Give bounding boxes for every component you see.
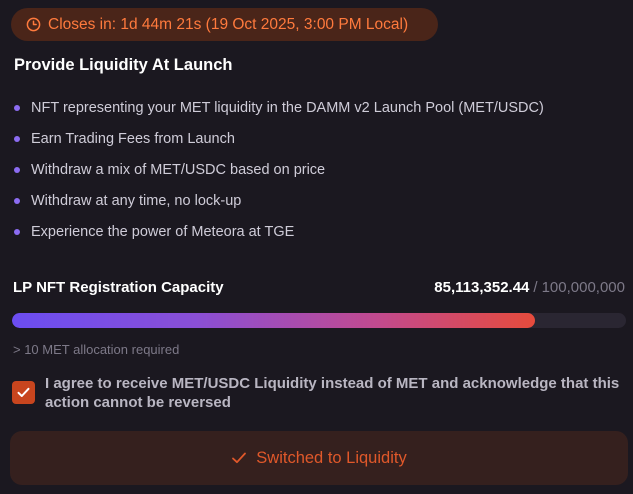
capacity-progress-bar: [12, 313, 626, 328]
clock-icon: [26, 17, 41, 32]
capacity-progress-fill: [12, 313, 535, 328]
list-item: Earn Trading Fees from Launch: [14, 123, 544, 154]
bullet-icon: [14, 197, 20, 204]
agreement-row: I agree to receive MET/USDC Liquidity in…: [12, 374, 622, 412]
agreement-checkbox[interactable]: [12, 381, 35, 404]
list-item: Withdraw a mix of MET/USDC based on pric…: [14, 154, 544, 185]
countdown-badge: Closes in: 1d 44m 21s (19 Oct 2025, 3:00…: [11, 8, 438, 41]
benefit-text: Experience the power of Meteora at TGE: [31, 223, 295, 240]
allocation-note: > 10 MET allocation required: [13, 342, 180, 357]
benefit-text: Earn Trading Fees from Launch: [31, 130, 235, 147]
bullet-icon: [14, 135, 20, 142]
benefits-list: NFT representing your MET liquidity in t…: [14, 92, 544, 247]
benefit-text: Withdraw at any time, no lock-up: [31, 192, 242, 209]
bullet-icon: [14, 104, 20, 111]
capacity-values: 85,113,352.44/100,000,000: [434, 279, 625, 296]
countdown-text: Closes in: 1d 44m 21s (19 Oct 2025, 3:00…: [48, 15, 409, 33]
bullet-icon: [14, 166, 20, 173]
capacity-label: LP NFT Registration Capacity: [13, 279, 224, 296]
capacity-separator: /: [533, 279, 538, 296]
benefit-text: NFT representing your MET liquidity in t…: [31, 99, 544, 116]
capacity-total: 100,000,000: [541, 279, 625, 296]
check-icon: [232, 452, 247, 464]
agreement-text: I agree to receive MET/USDC Liquidity in…: [45, 375, 620, 411]
list-item: Withdraw at any time, no lock-up: [14, 185, 544, 216]
switched-to-liquidity-button[interactable]: Switched to Liquidity: [10, 431, 628, 485]
switched-button-label: Switched to Liquidity: [256, 448, 407, 467]
list-item: NFT representing your MET liquidity in t…: [14, 92, 544, 123]
capacity-current: 85,113,352.44: [434, 279, 530, 296]
checkmark-icon: [17, 387, 30, 397]
bullet-icon: [14, 228, 20, 235]
section-title: Provide Liquidity At Launch: [14, 56, 233, 74]
list-item: Experience the power of Meteora at TGE: [14, 216, 544, 247]
benefit-text: Withdraw a mix of MET/USDC based on pric…: [31, 161, 326, 178]
